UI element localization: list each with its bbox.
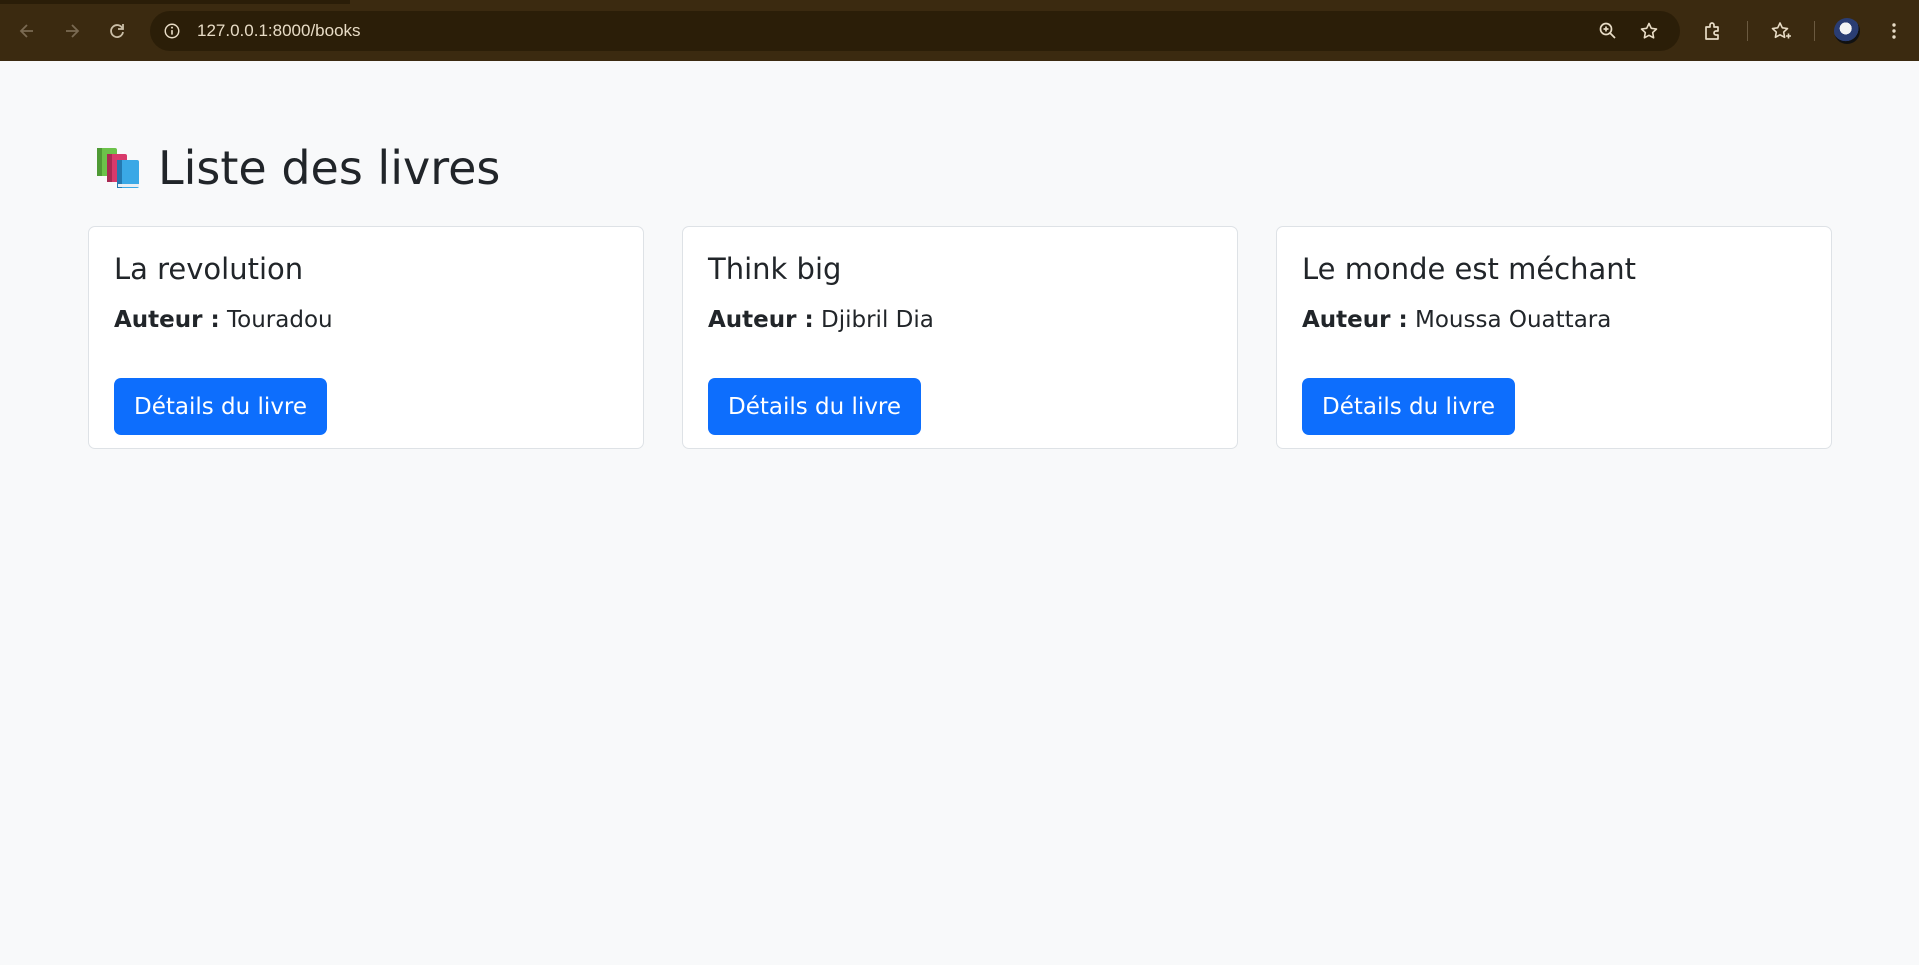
forward-icon (66, 24, 80, 38)
author-label: Auteur : (1302, 307, 1408, 333)
address-bar[interactable]: 127.0.0.1:8000/books (150, 11, 1680, 51)
avatar[interactable] (1834, 18, 1860, 44)
toolbar-divider (1747, 21, 1748, 41)
books-emoji-icon (94, 146, 144, 190)
book-title: La revolution (114, 252, 304, 286)
page-title-text: Liste des livres (158, 141, 501, 195)
url-text[interactable]: 127.0.0.1:8000/books (197, 21, 361, 41)
back-icon (19, 24, 33, 38)
author-label: Auteur : (708, 307, 814, 333)
book-title: Le monde est méchant (1302, 252, 1637, 286)
menu-icon[interactable] (1881, 18, 1907, 44)
book-card: Think big Auteur : Djibril Dia Détails d… (682, 226, 1238, 449)
browser-toolbar: 127.0.0.1:8000/books (0, 0, 1919, 61)
site-info-icon (164, 23, 180, 39)
author-name: Touradou (227, 307, 333, 333)
zoom-icon[interactable] (1596, 19, 1620, 43)
reload-button[interactable] (95, 9, 139, 53)
book-card: La revolution Auteur : Touradou Détails … (88, 226, 644, 449)
book-details-button[interactable]: Détails du livre (114, 378, 328, 435)
author-label: Auteur : (114, 307, 220, 333)
book-details-button[interactable]: Détails du livre (1302, 378, 1516, 435)
forward-button[interactable] (50, 9, 94, 53)
reload-icon (110, 24, 124, 38)
author-name: Djibril Dia (821, 307, 934, 333)
book-title: Think big (708, 252, 842, 286)
book-card: Le monde est méchant Auteur : Moussa Oua… (1276, 226, 1832, 449)
back-button[interactable] (5, 9, 49, 53)
author-name: Moussa Ouattara (1415, 307, 1612, 333)
book-author: Auteur : Djibril Dia (708, 307, 934, 333)
bookmark-star-icon[interactable] (1637, 19, 1661, 43)
book-author: Auteur : Touradou (114, 307, 333, 333)
page-title: Liste des livres (94, 141, 500, 195)
bookmarks-icon[interactable] (1768, 18, 1794, 44)
book-details-button[interactable]: Détails du livre (708, 378, 922, 435)
tab-strip-edge (0, 0, 350, 4)
book-author: Auteur : Moussa Ouattara (1302, 307, 1611, 333)
extensions-icon[interactable] (1700, 18, 1726, 44)
site-info-button[interactable] (158, 17, 186, 45)
toolbar-divider (1814, 21, 1815, 41)
